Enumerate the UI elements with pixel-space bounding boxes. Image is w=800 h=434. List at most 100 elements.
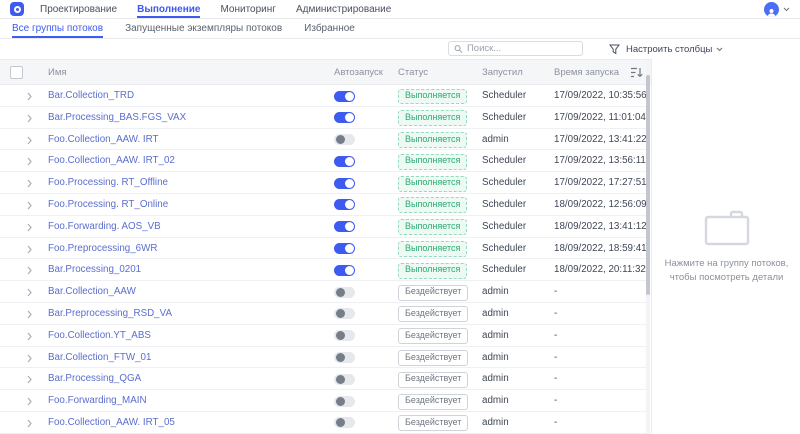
table-row[interactable]: Bar.Collection_TRD Выполняется Scheduler 17… xyxy=(0,85,651,107)
search-box[interactable] xyxy=(448,41,583,56)
tab-2[interactable]: Избранное xyxy=(304,19,355,38)
column-header-name[interactable]: Имя xyxy=(48,60,67,85)
expand-chevron-icon[interactable] xyxy=(27,217,32,238)
expand-chevron-icon[interactable] xyxy=(27,151,32,172)
start-time-cell: 17/09/2022, 10:35:56 xyxy=(554,90,647,101)
nav-item-2[interactable]: Мониторинг xyxy=(220,0,275,18)
nav-item-1[interactable]: Выполнение xyxy=(137,0,201,18)
vertical-scrollbar[interactable] xyxy=(646,60,650,433)
user-avatar[interactable] xyxy=(764,1,779,17)
column-header-start-time[interactable]: Время запуска xyxy=(554,60,619,85)
table-toolbar: Настроить столбцы xyxy=(0,39,800,59)
table-row[interactable]: Foo.Forwarding_MAIN Бездействует admin - xyxy=(0,390,651,412)
flow-group-name-link[interactable]: Foo.Collection_AAW. IRT_02 xyxy=(48,150,175,171)
autostart-toggle[interactable] xyxy=(334,330,355,342)
flow-group-name-link[interactable]: Foo.Collection_AAW. IRT_05 xyxy=(48,412,175,433)
status-badge: Выполняется xyxy=(398,132,468,148)
configure-columns-button[interactable]: Настроить столбцы xyxy=(626,42,723,56)
table-row[interactable]: Bar.Collection_FTW_01 Бездействует admin - xyxy=(0,347,651,369)
started-by-cell: admin xyxy=(482,329,509,341)
start-time-cell: 18/09/2022, 12:56:09 xyxy=(554,198,647,210)
expand-chevron-icon[interactable] xyxy=(27,413,32,434)
flow-group-name-link[interactable]: Foo.Forwarding_MAIN xyxy=(48,390,147,411)
autostart-toggle[interactable] xyxy=(334,417,355,429)
flow-group-name-link[interactable]: Bar.Processing_0201 xyxy=(48,259,141,280)
autostart-toggle[interactable] xyxy=(334,373,355,385)
started-by-cell: admin xyxy=(482,286,509,298)
table-row[interactable]: Foo.Collection.YT_ABS Бездействует admin - xyxy=(0,325,651,347)
status-cell: Выполняется xyxy=(398,107,468,128)
table-row[interactable]: Foo.Collection_AAW. IRT_02 Выполняется Sch… xyxy=(0,150,651,173)
autostart-toggle[interactable] xyxy=(334,395,355,407)
autostart-toggle[interactable] xyxy=(334,264,355,276)
column-header-status[interactable]: Статус xyxy=(398,60,428,85)
start-time-cell: - xyxy=(554,351,558,363)
autostart-toggle[interactable] xyxy=(334,155,355,167)
table-row[interactable]: Foo.Collection_AAW. IRT Выполняется admin 1… xyxy=(0,129,651,151)
scrollbar-thumb[interactable] xyxy=(646,75,650,295)
expand-chevron-icon[interactable] xyxy=(27,282,32,303)
tab-0[interactable]: Все группы потоков xyxy=(12,19,104,38)
search-input[interactable] xyxy=(466,43,577,54)
expand-chevron-icon[interactable] xyxy=(27,195,32,216)
flow-group-name-link[interactable]: Bar.Collection_AAW xyxy=(48,281,136,302)
expand-chevron-icon[interactable] xyxy=(27,260,32,281)
autostart-toggle[interactable] xyxy=(334,308,355,320)
flow-group-name-link[interactable]: Bar.Collection_TRD xyxy=(48,85,134,106)
flow-group-name-link[interactable]: Bar.Processing_BAS.FGS_VAX xyxy=(48,107,186,128)
table-row[interactable]: Bar.Preprocessing_RSD_VA Бездействует admi… xyxy=(0,303,651,325)
toggle-knob xyxy=(344,91,354,101)
flow-group-name-link[interactable]: Bar.Collection_FTW_01 xyxy=(48,347,151,368)
autostart-toggle[interactable] xyxy=(334,199,355,211)
expand-chevron-icon[interactable] xyxy=(27,304,32,325)
column-header-started-by[interactable]: Запустил xyxy=(482,60,523,85)
expand-chevron-icon[interactable] xyxy=(27,348,32,369)
table-row[interactable]: Foo.Forwarding. AOS_VB Выполняется Schedul… xyxy=(0,216,651,238)
flow-group-name-link[interactable]: Foo.Collection_AAW. IRT xyxy=(48,129,159,150)
expand-chevron-icon[interactable] xyxy=(27,86,32,107)
nav-item-3[interactable]: Администрирование xyxy=(296,0,391,18)
expand-chevron-icon[interactable] xyxy=(27,369,32,390)
status-badge: Выполняется xyxy=(398,197,468,214)
autostart-toggle[interactable] xyxy=(334,90,355,102)
flow-group-name-link[interactable]: Foo.Processing. RT_Online xyxy=(48,194,168,215)
user-menu[interactable] xyxy=(764,0,790,18)
expand-chevron-icon[interactable] xyxy=(27,173,32,194)
autostart-toggle[interactable] xyxy=(334,352,355,364)
toggle-knob xyxy=(344,113,354,123)
flow-group-name-link[interactable]: Foo.Processing. RT_Offline xyxy=(48,172,168,193)
autostart-toggle[interactable] xyxy=(334,134,355,146)
column-header-autostart[interactable]: Автозапуск xyxy=(334,60,383,85)
flow-group-name-link[interactable]: Foo.Preprocessing_6WR xyxy=(48,238,157,259)
flow-group-name-link[interactable]: Foo.Collection.YT_ABS xyxy=(48,325,151,346)
table-row[interactable]: Bar.Processing_BAS.FGS_VAX Выполняется Sch… xyxy=(0,107,651,129)
expand-chevron-icon[interactable] xyxy=(27,391,32,412)
table-row[interactable]: Bar.Processing_0201 Выполняется Scheduler 1… xyxy=(0,259,651,282)
autostart-toggle[interactable] xyxy=(334,286,355,298)
tab-1[interactable]: Запущенные экземпляры потоков xyxy=(125,19,282,38)
started-by-cell: Scheduler xyxy=(482,264,527,276)
expand-chevron-icon[interactable] xyxy=(27,326,32,347)
autostart-toggle[interactable] xyxy=(334,243,355,255)
flow-group-name-link[interactable]: Bar.Processing_QGA xyxy=(48,368,141,389)
nav-item-0[interactable]: Проектирование xyxy=(40,0,117,18)
flow-group-name-link[interactable]: Foo.Forwarding. AOS_VB xyxy=(48,216,161,237)
app-logo[interactable] xyxy=(10,2,24,16)
autostart-toggle[interactable] xyxy=(334,112,355,124)
select-all-checkbox[interactable] xyxy=(10,66,23,79)
table-row[interactable]: Foo.Processing. RT_Online Выполняется Sche… xyxy=(0,194,651,216)
flow-group-name-link[interactable]: Bar.Preprocessing_RSD_VA xyxy=(48,303,172,324)
expand-chevron-icon[interactable] xyxy=(27,130,32,151)
table-row[interactable]: Bar.Collection_AAW Бездействует admin - xyxy=(0,281,651,303)
autostart-toggle[interactable] xyxy=(334,221,355,233)
expand-chevron-icon[interactable] xyxy=(27,108,32,129)
autostart-toggle[interactable] xyxy=(334,177,355,189)
sort-icon[interactable] xyxy=(630,66,643,84)
table-row[interactable]: Foo.Processing. RT_Offline Выполняется Sch… xyxy=(0,172,651,194)
filter-button[interactable] xyxy=(607,42,621,56)
table-row[interactable]: Foo.Collection_AAW. IRT_05 Бездействует ad… xyxy=(0,412,651,434)
expand-chevron-icon[interactable] xyxy=(27,239,32,260)
chevron-down-icon[interactable] xyxy=(783,7,790,12)
table-row[interactable]: Bar.Processing_QGA Бездействует admin - xyxy=(0,368,651,391)
table-row[interactable]: Foo.Preprocessing_6WR Выполняется Schedule… xyxy=(0,238,651,260)
